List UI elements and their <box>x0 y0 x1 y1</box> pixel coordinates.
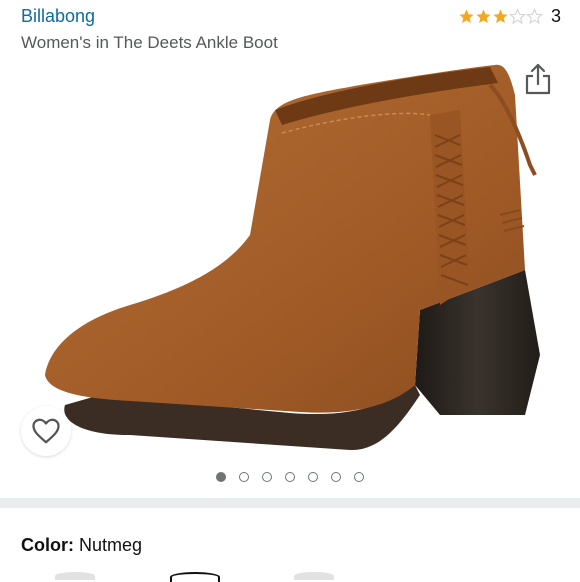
rating[interactable]: 3 <box>458 6 561 27</box>
star-icon <box>476 9 491 24</box>
pager-dot[interactable] <box>216 472 226 482</box>
star-rating <box>458 8 543 25</box>
color-swatch[interactable] <box>55 572 95 580</box>
heart-outline-icon <box>32 418 60 444</box>
star-empty-icon <box>526 8 543 25</box>
product-header: Billabong Women's in The Deets Ankle Boo… <box>0 0 580 60</box>
color-selection: Color: Nutmeg <box>21 535 142 556</box>
pager-dot[interactable] <box>285 472 295 482</box>
pager-dot[interactable] <box>308 472 318 482</box>
pager-dot[interactable] <box>262 472 272 482</box>
product-title: Women's in The Deets Ankle Boot <box>21 33 278 52</box>
color-swatch-selected[interactable] <box>170 572 220 582</box>
review-count[interactable]: 3 <box>551 6 561 27</box>
product-image[interactable] <box>20 55 560 470</box>
star-empty-icon <box>509 8 526 25</box>
pager-dot[interactable] <box>331 472 341 482</box>
color-value: Nutmeg <box>79 535 143 555</box>
image-pager <box>0 472 580 488</box>
section-divider <box>0 498 580 508</box>
star-icon <box>493 9 508 24</box>
brand-link[interactable]: Billabong <box>21 6 95 27</box>
pager-dot[interactable] <box>239 472 249 482</box>
color-label: Color: <box>21 535 74 555</box>
star-icon <box>459 9 474 24</box>
wishlist-button[interactable] <box>21 406 71 456</box>
pager-dot[interactable] <box>354 472 364 482</box>
color-swatch[interactable] <box>294 572 334 580</box>
